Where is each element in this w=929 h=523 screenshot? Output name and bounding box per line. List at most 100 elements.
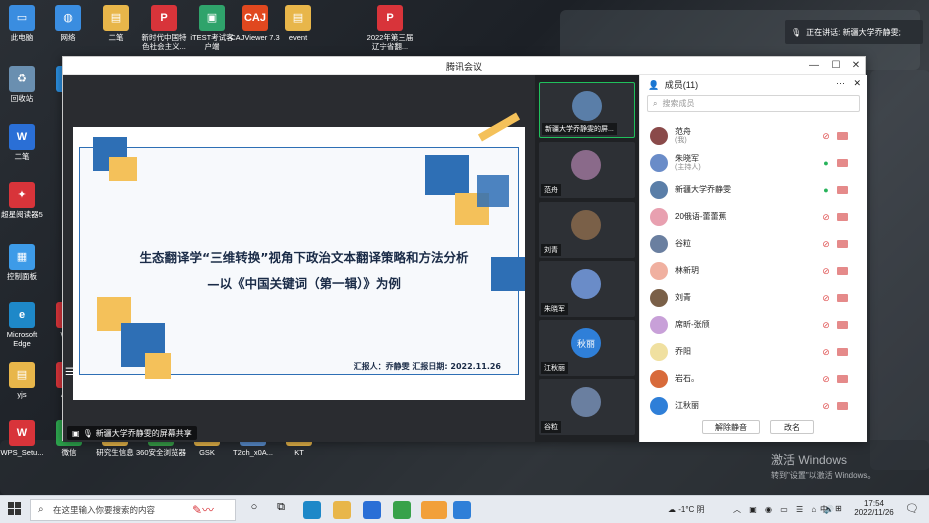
member-row[interactable]: 乔阳 ⊘ (650, 340, 860, 364)
unmute-all-button[interactable]: 解除静音 (702, 420, 760, 434)
member-name: 江秋丽 (675, 401, 699, 411)
desktop-icon[interactable]: ✦ 超星阅读器5 (0, 182, 47, 220)
mail-icon[interactable] (363, 501, 381, 519)
ime-indicator[interactable]: 中 (820, 504, 828, 515)
member-row[interactable]: 岩石。 ⊘ (650, 367, 860, 391)
app-icon: ▤ (103, 5, 129, 31)
mic-muted-icon[interactable]: ⊘ (822, 320, 830, 330)
desktop-icon[interactable]: W 二笔 (0, 124, 47, 162)
desktop-icon[interactable]: P 2022年第三届辽宁省翻... (365, 5, 415, 51)
mic-muted-icon[interactable]: ● (822, 185, 830, 195)
close-panel-icon[interactable]: ✕ (853, 78, 861, 89)
member-row[interactable]: 20俄语-蕾蕾蕉 ⊘ (650, 205, 860, 229)
member-info: 新疆大学乔静雯 (675, 185, 731, 194)
video-tile[interactable]: 谷粒 (539, 379, 635, 435)
member-info: 乔阳 (675, 347, 691, 356)
mic-muted-icon[interactable]: ⊘ (822, 293, 830, 303)
members-header: 👤 成员(11) ··· ✕ (640, 75, 867, 93)
desktop-icon[interactable]: ▤ event (273, 5, 323, 43)
mic-muted-icon[interactable]: ⊘ (822, 239, 830, 249)
presentation-slide: 生态翻译学“三维转换”视角下政治文本翻译策略和方法分析 —以《中国关键词（第一辑… (73, 112, 525, 400)
member-row[interactable]: 席昕-张颀 ⊘ (650, 313, 860, 337)
wechat-taskbar-icon[interactable] (421, 501, 447, 519)
mic-muted-icon[interactable]: ⊘ (822, 131, 830, 141)
member-name: 谷粒 (675, 239, 691, 249)
minimize-icon[interactable]: — (807, 59, 821, 73)
screen-share-area[interactable]: 生态翻译学“三维转换”视角下政治文本翻译策略和方法分析 —以《中国关键词（第一辑… (63, 75, 535, 442)
camera-off-icon[interactable] (837, 159, 848, 167)
member-row[interactable]: 范舟 (我) ⊘ (650, 124, 860, 148)
member-name: 席昕-张颀 (675, 320, 710, 330)
desktop-icon-label: 网络 (60, 33, 76, 42)
participant-avatar (571, 210, 601, 240)
notification-icon[interactable]: 🗨 (905, 502, 919, 515)
app-icon: ▤ (9, 362, 35, 388)
desktop-icon[interactable]: ▭ 此电脑 (0, 5, 47, 43)
mic-muted-icon[interactable]: ⊘ (822, 347, 830, 357)
member-name: 刘青 (675, 293, 691, 303)
camera-off-icon[interactable] (837, 240, 848, 248)
video-tile[interactable]: 朱晓军 (539, 261, 635, 317)
rename-button[interactable]: 改名 (770, 420, 814, 434)
desktop-icon[interactable]: ▤ 二笔 (91, 5, 141, 43)
camera-off-icon[interactable] (837, 267, 848, 275)
desktop-icon[interactable]: ♻ 回收站 (0, 66, 47, 104)
meeting-window: 腾讯会议 — ☐ ✕ 生态翻译学“三维转换”视角下政治文本翻译策略和方法分析 —… (62, 56, 867, 442)
app-icon: W (9, 420, 35, 446)
mic-muted-icon[interactable]: ⊘ (822, 374, 830, 384)
clock[interactable]: 17:54 2022/11/26 (853, 499, 895, 517)
member-role: (主持人) (675, 163, 701, 171)
task-view-icon[interactable]: ⧉ (272, 501, 290, 519)
desktop-icon[interactable]: ▤ yjs (0, 362, 47, 400)
activation-watermark: 激活 Windows 转到"设置"以激活 Windows。 (771, 451, 875, 481)
ime-mode-icon[interactable]: ⊞ (835, 504, 842, 513)
mic-muted-icon[interactable]: ⊘ (822, 266, 830, 276)
browser-360-icon[interactable] (393, 501, 411, 519)
video-tile-name: 江秋丽 (541, 362, 568, 374)
participant-avatar (572, 91, 602, 121)
member-row[interactable]: 林新玥 ⊘ (650, 259, 860, 283)
start-button[interactable] (8, 502, 22, 516)
tencent-meeting-taskbar-icon[interactable] (453, 501, 471, 519)
app-icon: ♻ (9, 66, 35, 92)
video-tile[interactable]: 新疆大学乔静雯的屏... (539, 82, 635, 138)
video-tile[interactable]: 范舟 (539, 142, 635, 198)
search-members-input[interactable]: ⌕ 搜索成员 (647, 95, 860, 112)
desktop-icon[interactable]: W WPS_Setu... (0, 420, 47, 458)
close-icon[interactable]: ✕ (849, 59, 863, 73)
mic-muted-icon[interactable]: ⊘ (822, 212, 830, 222)
camera-off-icon[interactable] (837, 132, 848, 140)
desktop-icon[interactable]: P 新时代中国特色社会主义... (139, 5, 189, 51)
video-tile[interactable]: 秋丽 江秋丽 (539, 320, 635, 376)
avatar (650, 316, 668, 334)
share-menu-icon[interactable]: ☰ (65, 367, 79, 381)
taskbar-search-placeholder: 在这里输入你要搜索的内容 (53, 505, 156, 515)
file-explorer-icon[interactable] (333, 501, 351, 519)
more-icon[interactable]: ··· (836, 78, 845, 88)
camera-off-icon[interactable] (837, 402, 848, 410)
desktop-icon[interactable]: ▦ 控制面板 (0, 244, 47, 282)
camera-off-icon[interactable] (837, 213, 848, 221)
camera-off-icon[interactable] (837, 375, 848, 383)
camera-off-icon[interactable] (837, 186, 848, 194)
member-info: 岩石。 (675, 374, 699, 383)
edge-icon[interactable] (303, 501, 321, 519)
member-row[interactable]: 刘青 ⊘ (650, 286, 860, 310)
member-row[interactable]: 谷粒 ⊘ (650, 232, 860, 256)
desktop-icon[interactable]: ◍ 网络 (43, 5, 93, 43)
maximize-icon[interactable]: ☐ (829, 59, 843, 73)
video-tile[interactable]: 刘青 (539, 202, 635, 258)
camera-off-icon[interactable] (837, 294, 848, 302)
cortana-icon[interactable]: ○ (245, 501, 263, 519)
screen-icon: ▣ (72, 428, 80, 438)
weather-widget[interactable]: ☁ -1°C 阴 (668, 504, 705, 515)
mic-muted-icon[interactable]: ⊘ (822, 401, 830, 411)
camera-off-icon[interactable] (837, 321, 848, 329)
member-row[interactable]: 朱晓军 (主持人) ● (650, 151, 860, 175)
window-title: 腾讯会议 (445, 62, 482, 72)
member-row[interactable]: 江秋丽 ⊘ (650, 394, 860, 418)
member-row[interactable]: 新疆大学乔静雯 ● (650, 178, 860, 202)
desktop-icon[interactable]: e Microsoft Edge (0, 302, 47, 348)
mic-muted-icon[interactable]: ● (822, 158, 830, 168)
camera-off-icon[interactable] (837, 348, 848, 356)
